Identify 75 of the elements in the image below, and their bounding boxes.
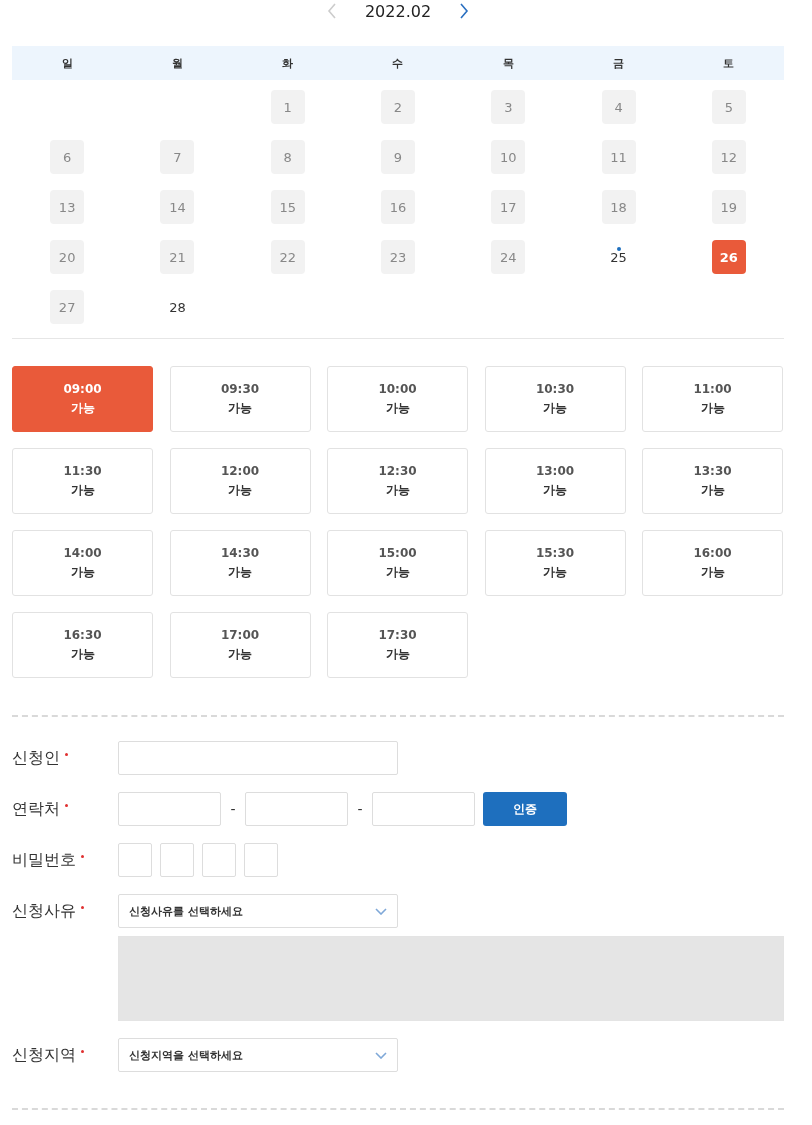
time-slot-button[interactable]: 11:30 가능 (12, 448, 153, 514)
day-cell[interactable]: 21 (160, 240, 195, 274)
time-slot-button[interactable]: 12:00 가능 (169, 448, 311, 514)
field-label: 신청지역 (12, 1038, 118, 1072)
day-cell-text: 25 (609, 246, 628, 267)
day-cell[interactable]: 11 (601, 140, 636, 174)
day-cell[interactable]: 16 (381, 190, 415, 224)
time-slot-button[interactable]: 11:00 가능 (642, 366, 783, 432)
day-cell[interactable]: 19 (711, 190, 746, 224)
pin-field[interactable] (244, 843, 278, 877)
field-label: 신청인 (12, 741, 118, 775)
day-cell[interactable]: 17 (491, 190, 526, 224)
day-cell[interactable]: 6 (50, 140, 85, 174)
pin-field[interactable] (118, 843, 152, 877)
field-label: 연락처 (12, 792, 118, 826)
time-slot-button[interactable]: 09:00 가능 (12, 366, 153, 432)
day-cell[interactable]: 18 (601, 190, 636, 224)
field-label: 신청사유 (12, 894, 118, 928)
time-slot-button[interactable]: 13:00 가능 (484, 448, 626, 514)
time-slot-button[interactable]: 10:30 가능 (484, 366, 626, 432)
day-cell[interactable]: 22 (270, 240, 305, 274)
day-cell[interactable]: 13 (50, 190, 85, 224)
day-cell[interactable]: 9 (381, 140, 415, 174)
day-cell[interactable]: 15 (270, 190, 305, 224)
weekday-label: 수 (392, 55, 404, 71)
dropdown-field[interactable]: 신청사유를 선택하세요 (118, 894, 398, 928)
weekday-label: 목 (502, 55, 514, 71)
day-cell[interactable]: 5 (711, 90, 746, 124)
verify-button[interactable]: 인증 (483, 792, 567, 826)
input-field[interactable] (118, 792, 221, 826)
day-cell[interactable]: 4 (601, 90, 636, 124)
weekday-label: 월 (171, 55, 183, 71)
day-cell[interactable]: 2 (381, 90, 415, 124)
time-slot-button[interactable]: 17:00 가능 (169, 612, 311, 678)
dropdown-caret-icon (375, 907, 387, 915)
field-label: 비밀번호 (12, 843, 118, 877)
day-cell-text: 28 (168, 298, 187, 317)
time-slot-button[interactable]: 16:00 가능 (642, 530, 783, 596)
input-field[interactable] (372, 792, 475, 826)
day-cell[interactable]: 1 (270, 90, 305, 124)
input-field[interactable] (118, 741, 398, 775)
time-slot-button[interactable]: 12:30 가능 (327, 448, 468, 514)
separator-text: - (229, 801, 237, 817)
time-slot-button[interactable]: 15:00 가능 (327, 530, 468, 596)
next-month-icon[interactable] (459, 3, 470, 19)
time-slot-button[interactable]: 09:30 가능 (169, 366, 311, 432)
pin-field[interactable] (202, 843, 236, 877)
weekday-label: 금 (613, 55, 625, 71)
time-slot-button[interactable]: 14:30 가능 (169, 530, 311, 596)
dropdown-field[interactable]: 신청지역을 선택하세요 (118, 1038, 398, 1072)
day-cell[interactable]: 3 (491, 90, 526, 124)
day-cell[interactable]: 27 (50, 290, 85, 324)
time-slot-button[interactable]: 16:30 가능 (12, 612, 153, 678)
day-cell[interactable]: 26 (711, 240, 746, 274)
dropdown-caret-icon (375, 1051, 387, 1059)
pin-field[interactable] (160, 843, 194, 877)
time-slot-button[interactable]: 14:00 가능 (12, 530, 153, 596)
weekday-label: 화 (282, 55, 294, 71)
time-slot-button[interactable]: 10:00 가능 (327, 366, 468, 432)
weekday-label: 토 (723, 55, 735, 71)
day-cell[interactable]: 23 (381, 240, 415, 274)
input-field[interactable] (245, 792, 348, 826)
month-title: 2022.02 (364, 1, 432, 21)
day-cell[interactable]: 24 (491, 240, 526, 274)
time-slot-button[interactable]: 17:30 가능 (327, 612, 468, 678)
time-slot-button[interactable]: 15:30 가능 (484, 530, 626, 596)
day-cell[interactable]: 7 (160, 140, 195, 174)
day-cell[interactable]: 12 (711, 140, 746, 174)
day-cell[interactable]: 8 (270, 140, 305, 174)
weekday-label: 일 (61, 55, 73, 71)
day-cell[interactable]: 14 (160, 190, 195, 224)
time-slot-button[interactable]: 13:30 가능 (642, 448, 783, 514)
day-cell[interactable]: 10 (491, 140, 526, 174)
day-cell[interactable]: 20 (50, 240, 85, 274)
separator-text: - (356, 801, 364, 817)
